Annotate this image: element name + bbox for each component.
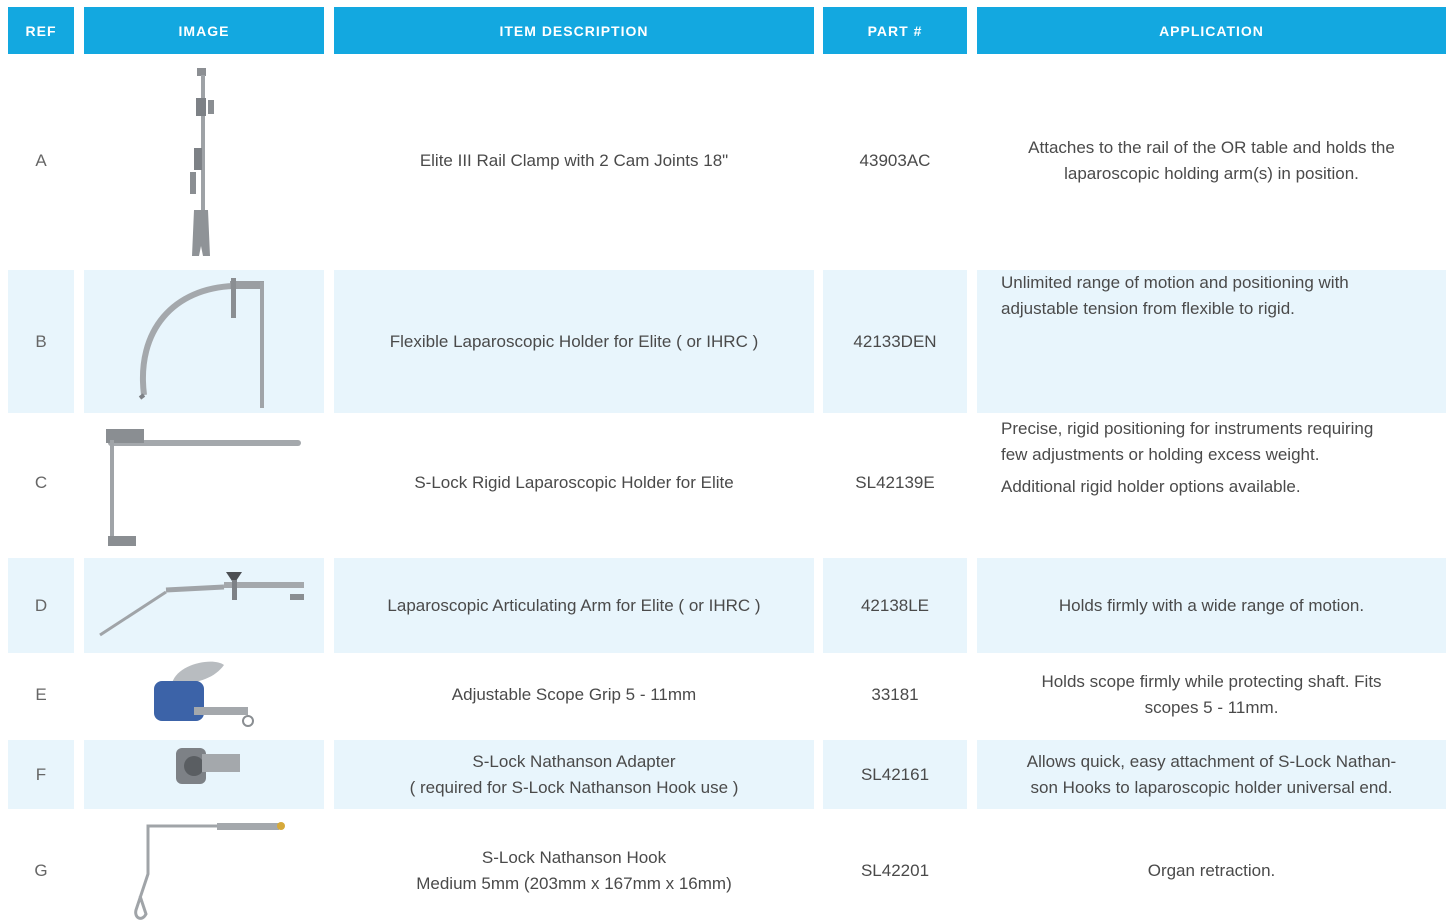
row-c-description-line: S-Lock Rigid Laparoscopic Holder for Eli…	[414, 473, 734, 492]
row-c-application-line: Precise, rigid positioning for instrumen…	[1001, 419, 1374, 438]
row-f-application-line: son Hooks to laparoscopic holder univers…	[1030, 777, 1393, 797]
row-f-application: Allows quick, easy attachment of S-Lock …	[977, 740, 1446, 809]
row-f-description-line: ( required for S-Lock Nathanson Hook use…	[409, 777, 739, 797]
header-item-description: ITEM DESCRIPTION	[334, 7, 814, 54]
row-c-application-line: few adjustments or holding excess weight…	[1001, 445, 1320, 464]
row-c-description: S-Lock Rigid Laparoscopic Holder for Eli…	[334, 416, 814, 550]
row-a-application-line: laparoscopic holding arm(s) in position.	[1064, 164, 1359, 183]
row-e-application-line: scopes 5 - 11mm.	[1144, 698, 1279, 717]
row-b-application-line: adjustable tension from flexible to rigi…	[1001, 299, 1295, 318]
row-e-part-number: 33181	[871, 685, 919, 704]
header-image: IMAGE	[84, 7, 324, 54]
row-e-description: Adjustable Scope Grip 5 - 11mm	[334, 655, 814, 735]
nathanson-adapter-icon	[176, 748, 240, 784]
row-e-application-line: Holds scope firmly while protecting shaf…	[1041, 672, 1382, 691]
row-c-application-line: Additional rigid holder options availabl…	[1001, 477, 1301, 496]
row-d-application-line: Holds firmly with a wide range of motion…	[1058, 595, 1365, 615]
row-f-ref: F	[8, 740, 74, 809]
row-a-ref: A	[35, 151, 47, 170]
row-c-image	[84, 416, 324, 550]
row-f-image	[84, 740, 324, 809]
row-d-description: Laparoscopic Articulating Arm for Elite …	[334, 558, 814, 653]
row-e-ref: E	[35, 685, 47, 704]
row-d-ref: D	[8, 558, 74, 653]
row-e-description-line: Adjustable Scope Grip 5 - 11mm	[451, 685, 697, 704]
row-a-part-number: 43903AC	[859, 151, 931, 170]
header-ref: REF	[8, 7, 74, 54]
row-g-description: S-Lock Nathanson Hook Medium 5mm (203mm …	[334, 818, 814, 924]
row-c-part-number: SL42139E	[855, 473, 935, 492]
row-a-application-line: Attaches to the rail of the OR table and…	[1028, 138, 1395, 157]
header-part-number: PART #	[823, 7, 967, 54]
row-g-application: Organ retraction.	[977, 818, 1446, 924]
row-b-application-line: Unlimited range of motion and positionin…	[1001, 273, 1349, 292]
row-b-part-number: 42133DEN	[823, 270, 967, 413]
row-g-part-number: SL42201	[860, 861, 930, 880]
row-b-description-line: Flexible Laparoscopic Holder for Elite (…	[389, 331, 759, 351]
row-a-image	[84, 60, 324, 262]
row-a-description: Elite III Rail Clamp with 2 Cam Joints 1…	[334, 60, 814, 262]
row-f-part-number: SL42161	[823, 740, 967, 809]
row-b-application: Unlimited range of motion and positionin…	[977, 270, 1446, 413]
row-f-application-line: Allows quick, easy attachment of S-Lock …	[1026, 751, 1397, 771]
row-g-application-line: Organ retraction.	[1147, 861, 1276, 880]
scope-grip-icon	[154, 661, 254, 727]
row-d-image	[84, 558, 324, 653]
nathanson-hook-icon	[134, 822, 285, 920]
row-b-ref: B	[8, 270, 74, 413]
row-b-image	[84, 270, 324, 413]
row-a-application: Attaches to the rail of the OR table and…	[977, 60, 1446, 262]
row-e-application: Holds scope firmly while protecting shaf…	[977, 655, 1446, 735]
row-d-application: Holds firmly with a wide range of motion…	[977, 558, 1446, 653]
row-g-ref: G	[34, 861, 48, 880]
row-d-part-number: 42138LE	[823, 558, 967, 653]
articulating-arm-icon	[99, 572, 304, 637]
row-e-image	[84, 655, 324, 735]
header-application: APPLICATION	[977, 7, 1446, 54]
row-g-image	[84, 818, 324, 924]
row-d-description-line: Laparoscopic Articulating Arm for Elite …	[387, 595, 761, 615]
row-g-description-line: S-Lock Nathanson Hook	[481, 848, 667, 867]
row-c-application: Precise, rigid positioning for instrumen…	[977, 416, 1446, 550]
row-f-description-line: S-Lock Nathanson Adapter	[472, 751, 676, 771]
row-c-ref: C	[34, 473, 48, 492]
rigid-holder-icon	[106, 429, 301, 546]
rail-clamp-icon	[190, 68, 214, 256]
row-b-description: Flexible Laparoscopic Holder for Elite (…	[334, 270, 814, 413]
flexible-holder-icon	[138, 278, 264, 408]
row-f-description: S-Lock Nathanson Adapter ( required for …	[334, 740, 814, 809]
row-g-description-line: Medium 5mm (203mm x 167mm x 16mm)	[416, 874, 732, 893]
row-a-description-line: Elite III Rail Clamp with 2 Cam Joints 1…	[419, 151, 729, 170]
